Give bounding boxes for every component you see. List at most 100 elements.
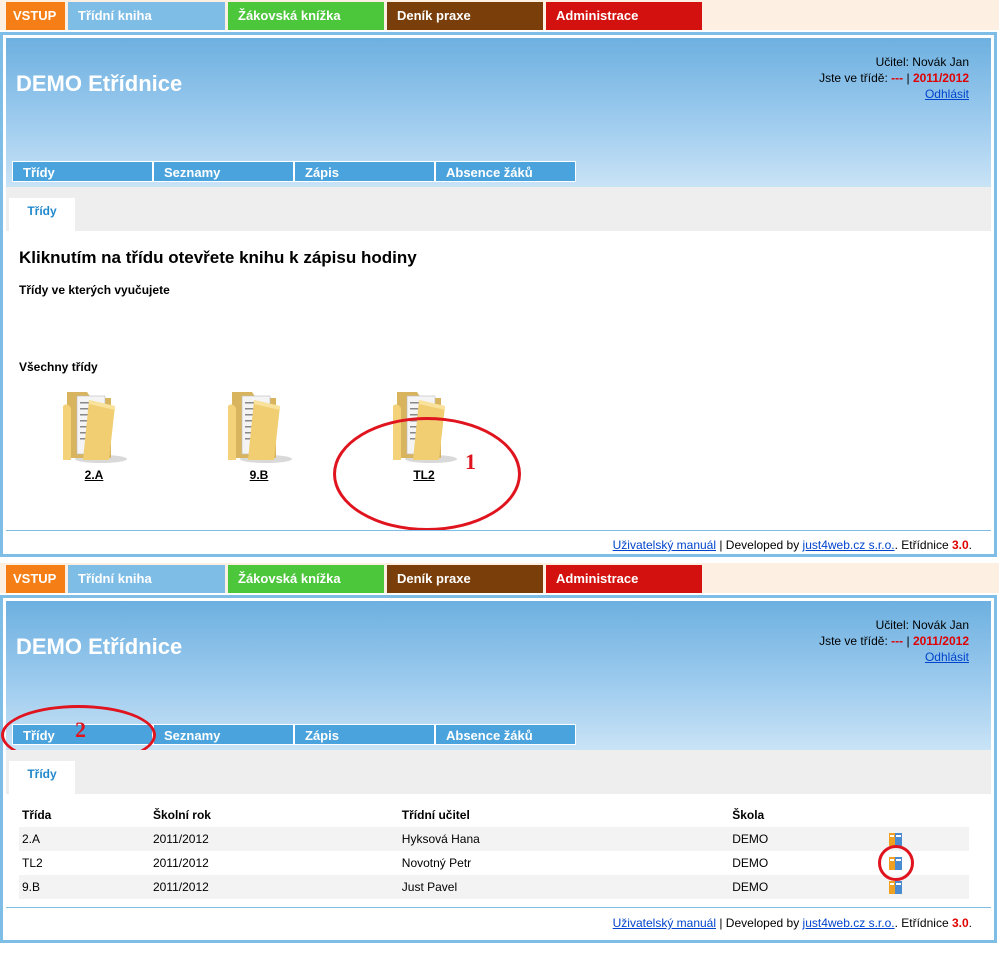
cell-skolni-rok: 2011/2012: [152, 856, 209, 870]
class-prefix: Jste ve třídě:: [819, 634, 888, 648]
folder-icon: [63, 392, 127, 463]
tab-strip: Třídy: [6, 750, 991, 794]
class-value: ---: [891, 71, 904, 85]
user-manual-link[interactable]: Uživatelský manuál: [613, 538, 716, 552]
tab-tridy[interactable]: Třídy: [9, 761, 75, 794]
teacher-name: Učitel: Novák Jan: [875, 55, 969, 69]
version: 3.0: [951, 538, 969, 552]
app-frame: DEMO Etřídnice Učitel: Novák Jan Jste ve…: [0, 32, 997, 557]
app-title: DEMO Etřídnice: [16, 71, 183, 96]
cell-trida: 9.B: [19, 875, 150, 899]
tab-tridy[interactable]: Třídy: [9, 198, 75, 231]
school-year: 2011/2012: [912, 634, 969, 648]
school-year: 2011/2012: [912, 71, 969, 85]
top-tab-denik-praxe[interactable]: Deník praxe: [387, 565, 543, 593]
app-title: DEMO Etřídnice: [16, 634, 183, 659]
top-nav-bar: VSTUP Třídní kniha Žákovská knížka Deník…: [0, 0, 999, 30]
footer: Uživatelský manuál | Developed by just4w…: [613, 916, 972, 930]
open-book-button[interactable]: [878, 845, 915, 881]
top-tab-vstup[interactable]: VSTUP: [6, 565, 65, 593]
subnav-seznamy[interactable]: Seznamy: [153, 161, 294, 182]
cell-blank: [940, 875, 969, 899]
folder-label[interactable]: 9.B: [214, 468, 304, 482]
cell-skolni-rok: 2011/2012: [149, 875, 399, 899]
top-tab-zakovska-knizka[interactable]: Žákovská knížka: [228, 2, 384, 30]
cell-skola: DEMO: [729, 827, 881, 851]
top-tab-tridni-kniha[interactable]: Třídní kniha: [68, 2, 225, 30]
separator: |: [906, 634, 910, 648]
screen-classes-folders: VSTUP Třídní kniha Žákovská knížka Deník…: [0, 0, 999, 560]
annotation-number-1: 1: [465, 449, 476, 474]
cell-tridni-ucitel: Novotný Petr: [401, 856, 472, 870]
table-row: 9.B 2011/2012 Just Pavel DEMO: [19, 875, 969, 899]
subnav-zapis[interactable]: Zápis: [294, 724, 435, 745]
annotation-number-2: 2: [75, 717, 86, 742]
app-frame: DEMO Etřídnice Učitel: Novák Jan Jste ve…: [0, 595, 997, 943]
top-tab-administrace[interactable]: Administrace: [546, 565, 702, 593]
app-header: DEMO Etřídnice Učitel: Novák Jan Jste ve…: [1, 601, 991, 765]
current-class-line: Jste ve třídě: --- | 2011/2012: [819, 70, 969, 86]
developed-by-text: | Developed by: [719, 538, 800, 552]
cell-blank: [941, 851, 969, 875]
table-row: TL2 2011/2012 Novotný Petr DEMO: [19, 845, 969, 881]
footer: Uživatelský manuál | Developed by just4w…: [613, 538, 972, 552]
company-link[interactable]: just4web.cz s.r.o.: [803, 916, 895, 930]
footer-divider: [6, 530, 991, 531]
user-info: Učitel: Novák Jan Jste ve třídě: --- | 2…: [819, 54, 969, 102]
folder-class-9b[interactable]: 9.B: [214, 386, 304, 496]
user-manual-link[interactable]: Uživatelský manuál: [613, 916, 716, 930]
col-header-trida: Třída: [22, 808, 52, 822]
classes-table: Třída Školní rok Třídní učitel Škola 2.A…: [19, 804, 969, 899]
col-header-blank: [941, 804, 969, 827]
section-teaching-classes: Třídy ve kterých vyučujete: [19, 283, 170, 297]
table-row: 2.A 2011/2012 Hyksová Hana DEMO: [19, 827, 969, 851]
developed-by-text: | Developed by: [719, 916, 800, 930]
subnav-tridy[interactable]: Třídy: [12, 161, 153, 182]
col-header-skola: Škola: [732, 808, 765, 822]
subnav-absence[interactable]: Absence žáků: [435, 724, 576, 745]
top-tab-vstup[interactable]: VSTUP: [6, 2, 65, 30]
cell-blank: [912, 875, 941, 899]
cell-blank: [940, 827, 969, 851]
page-heading: Kliknutím na třídu otevřete knihu k zápi…: [19, 248, 417, 267]
col-header-tridni-ucitel: Třídní učitel: [401, 808, 470, 822]
folder-class-2a[interactable]: 2.A: [49, 386, 139, 496]
tab-strip: Třídy: [6, 187, 991, 231]
company-link[interactable]: just4web.cz s.r.o.: [803, 538, 895, 552]
col-header-blank: [913, 804, 941, 827]
cell-tridni-ucitel: Hyksová Hana: [398, 827, 730, 851]
product-name: . Etřídnice: [894, 538, 949, 552]
screen-classes-table: VSTUP Třídní kniha Žákovská knížka Deník…: [0, 563, 999, 943]
version: 3.0: [951, 916, 969, 930]
subnav-absence[interactable]: Absence žáků: [435, 161, 576, 182]
app-header: DEMO Etřídnice Učitel: Novák Jan Jste ve…: [6, 38, 991, 187]
cell-skola: DEMO: [729, 875, 881, 899]
footer-dot: .: [968, 916, 972, 930]
folder-icon: [228, 392, 292, 463]
cell-skolni-rok: 2011/2012: [149, 827, 399, 851]
logout-link[interactable]: Odhlásit: [925, 87, 969, 101]
subnav-zapis[interactable]: Zápis: [294, 161, 435, 182]
top-tab-administrace[interactable]: Administrace: [546, 2, 702, 30]
logout-link[interactable]: Odhlásit: [925, 650, 969, 664]
section-all-classes: Všechny třídy: [19, 360, 98, 374]
table-header-row: Třída Školní rok Třídní učitel Škola: [19, 804, 969, 827]
cell-blank: [913, 851, 941, 875]
annotation-circle-1: [333, 417, 521, 531]
top-tab-tridni-kniha[interactable]: Třídní kniha: [68, 565, 225, 593]
footer-dot: .: [968, 538, 972, 552]
cell-trida: 2.A: [19, 827, 150, 851]
top-tab-denik-praxe[interactable]: Deník praxe: [387, 2, 543, 30]
top-tab-zakovska-knizka[interactable]: Žákovská knížka: [228, 565, 384, 593]
user-info: Učitel: Novák Jan Jste ve třídě: --- | 2…: [819, 617, 969, 665]
footer-divider: [6, 907, 991, 908]
subnav-seznamy[interactable]: Seznamy: [153, 724, 294, 745]
col-header-action: [880, 804, 912, 827]
cell-skola: DEMO: [732, 856, 769, 870]
class-value: ---: [891, 634, 904, 648]
separator: |: [906, 71, 910, 85]
class-prefix: Jste ve třídě:: [819, 71, 888, 85]
cell-trida: TL2: [22, 856, 43, 870]
sub-nav: Třídy Seznamy Zápis Absence žáků: [12, 161, 576, 182]
folder-label[interactable]: 2.A: [49, 468, 139, 482]
